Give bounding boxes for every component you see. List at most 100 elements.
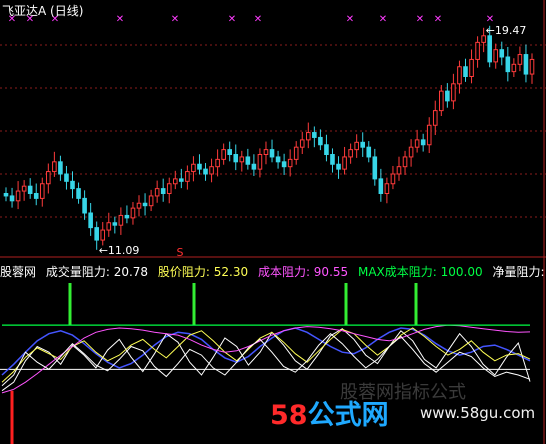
candle-body (33, 193, 39, 199)
top-marker: ✕ (379, 14, 387, 25)
candle-body (312, 132, 317, 138)
candle-body (76, 188, 81, 199)
candle-body (3, 193, 9, 197)
candle-body (106, 222, 112, 231)
candle-body (499, 49, 505, 58)
candle-body (82, 197, 87, 214)
candle-body (505, 56, 511, 73)
candle-body (209, 166, 214, 175)
candle-body (336, 163, 341, 170)
top-marker: ✕ (346, 14, 354, 25)
low-price-label: ←11.09 (99, 244, 140, 257)
candle-body (475, 41, 480, 60)
candle-body (46, 171, 51, 185)
candle-body (124, 214, 130, 219)
candle-body (402, 156, 408, 168)
candle-body (88, 212, 93, 229)
candle-body (203, 168, 208, 175)
candle-body (281, 161, 287, 168)
candle-body (221, 149, 226, 160)
watermark-url: www.58gu.com (420, 404, 536, 422)
candle-body (227, 149, 233, 155)
candle-body (136, 202, 142, 209)
top-marker: ✕ (116, 14, 124, 25)
candle-body (148, 195, 154, 207)
candle-body (154, 188, 160, 197)
candle-body (15, 190, 21, 202)
candle-body (130, 207, 136, 219)
candle-body (408, 146, 414, 158)
candle-body (348, 149, 353, 158)
candle-body (384, 183, 390, 194)
candle-body (118, 214, 124, 226)
candle-body (342, 156, 347, 170)
candle-body (390, 173, 396, 185)
candle-body (299, 139, 305, 148)
candle-body (191, 163, 196, 173)
high-price-label: ←19.47 (486, 24, 527, 37)
top-marker: ✕ (254, 14, 262, 25)
sell-marker: S (177, 246, 184, 259)
candle-body (70, 180, 75, 190)
legend-max-cost-resistance: MAX成本阻力: 100.00 (357, 265, 483, 279)
candle-body (215, 158, 220, 168)
candle-body (366, 146, 372, 158)
candle-body (166, 183, 172, 194)
candle-body (469, 58, 474, 77)
candle-body (112, 222, 118, 226)
candle-body (372, 156, 378, 180)
candle-body (529, 58, 535, 75)
candle-body (251, 163, 257, 170)
candle-body (172, 178, 178, 185)
candle-body (39, 183, 45, 199)
candle-body (64, 173, 69, 182)
chart-title: 飞亚达A (日线) (2, 4, 84, 18)
candle-body (414, 139, 420, 148)
candle-body (94, 227, 99, 241)
candle-body (432, 110, 438, 126)
candle-body (420, 139, 426, 146)
candle-body (269, 149, 275, 158)
candle-body (245, 156, 251, 165)
candle-body (318, 136, 323, 146)
candle-body (293, 146, 299, 160)
candle-body (523, 54, 529, 75)
candle-body (396, 166, 402, 175)
candle-body (445, 90, 450, 102)
candle-body (185, 171, 190, 182)
candle-body (439, 90, 444, 112)
legend-volume-resistance: 成交量阻力: 20.78 (45, 265, 149, 279)
candle-body (517, 54, 523, 65)
candle-body (487, 35, 492, 63)
candle-body (239, 156, 245, 163)
candle-body (305, 132, 311, 141)
watermark-logo: 58公式网 (270, 393, 389, 432)
candle-body (179, 178, 184, 182)
candle-body (287, 158, 293, 168)
candle-body (9, 195, 15, 202)
indicator-legend: 股蓉网 成交量阻力: 20.78 股价阻力: 52.30 成本阻力: 90.55… (0, 263, 546, 280)
candle-body (324, 144, 329, 155)
candle-body (58, 161, 63, 175)
candle-body (457, 66, 462, 85)
candle-body (142, 202, 148, 207)
candle-body (263, 149, 269, 155)
candle-body (426, 124, 432, 146)
candle-body (463, 66, 468, 77)
watermark-number: 58 (270, 400, 308, 431)
candle-body (451, 83, 456, 102)
candle-body (197, 163, 202, 170)
chart-window: { "title": "飞亚达A (日线)", "colors": { "bac… (0, 0, 546, 444)
legend-cost-resistance: 成本阻力: 90.55 (257, 265, 349, 279)
candle-body (275, 156, 281, 163)
candle-body (27, 185, 33, 194)
candle-body (160, 188, 166, 194)
candle-body (52, 161, 57, 173)
candle-body (378, 178, 384, 194)
legend-price-resistance: 股价阻力: 52.30 (157, 265, 249, 279)
top-marker: ✕ (171, 14, 179, 25)
legend-name: 股蓉网 (0, 265, 37, 279)
candle-body (257, 154, 263, 170)
candle-body (330, 154, 335, 165)
candle-body (233, 154, 239, 163)
